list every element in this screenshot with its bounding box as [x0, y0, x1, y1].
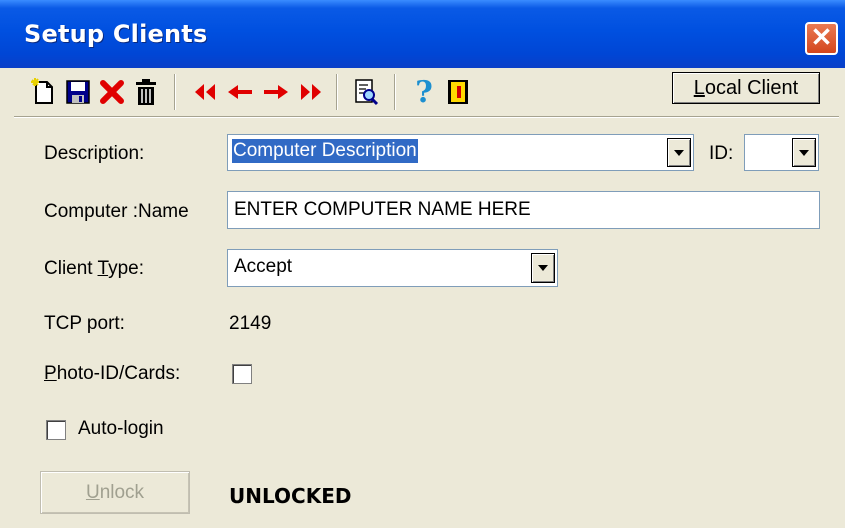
delete-x-icon	[100, 80, 124, 104]
client-type-dropdown-button[interactable]	[531, 253, 555, 283]
local-client-label: Local Client	[693, 77, 799, 99]
lock-status-text: UNLOCKED	[229, 484, 352, 508]
photo-id-label-accel: P	[44, 363, 57, 384]
last-record-icon	[301, 84, 321, 100]
next-record-button[interactable]	[260, 76, 292, 108]
description-label: Description:	[44, 143, 145, 164]
trash-icon	[136, 79, 156, 105]
last-record-button[interactable]	[296, 76, 328, 108]
client-type-label-pre: Client	[44, 258, 98, 279]
help-button[interactable]: ?	[408, 74, 440, 110]
search-icon	[355, 79, 379, 106]
photo-id-checkbox[interactable]	[232, 364, 252, 384]
toolbar-divider	[14, 116, 839, 118]
unlock-label: Unlock	[86, 482, 144, 503]
id-label: ID:	[709, 143, 734, 164]
title-bar[interactable]: Setup Clients ✕	[0, 0, 845, 68]
prev-record-icon	[228, 85, 252, 99]
toolbar-separator	[394, 74, 396, 110]
client-type-value: Accept	[234, 256, 293, 277]
close-button[interactable]: ✕	[805, 22, 838, 55]
unlock-button[interactable]: Unlock	[40, 471, 190, 514]
toolbar-separator	[336, 74, 338, 110]
exit-door-icon	[448, 80, 468, 104]
first-record-icon	[195, 84, 215, 100]
toolbar-separator	[174, 74, 176, 110]
photo-id-label: Photo-ID/Cards:	[44, 363, 180, 385]
description-dropdown-button[interactable]	[667, 138, 691, 167]
setup-clients-window: Setup Clients ✕ ? Local Client Descripti…	[0, 0, 845, 528]
chevron-down-icon	[799, 149, 809, 156]
prev-record-button[interactable]	[224, 76, 256, 108]
chevron-down-icon	[674, 149, 684, 156]
computer-name-label: Computer :Name	[44, 201, 189, 222]
local-client-button[interactable]: Local Client	[672, 72, 820, 104]
search-button[interactable]	[350, 76, 382, 108]
trash-button[interactable]	[130, 76, 162, 108]
auto-login-checkbox[interactable]	[46, 420, 66, 440]
save-button[interactable]	[62, 76, 94, 108]
computer-name-field[interactable]: ENTER COMPUTER NAME HERE	[227, 191, 820, 229]
client-type-label: Client Type:	[44, 258, 144, 280]
description-value[interactable]: Computer Description	[232, 139, 418, 163]
save-icon	[66, 80, 90, 104]
unlock-label-rest: nlock	[99, 482, 145, 503]
id-combo[interactable]	[744, 134, 819, 171]
unlock-label-accel: U	[85, 482, 100, 503]
next-record-icon	[264, 85, 288, 99]
window-title: Setup Clients	[24, 20, 208, 48]
photo-id-label-rest: hoto-ID/Cards:	[56, 363, 181, 384]
auto-login-label[interactable]: Auto-login	[78, 418, 164, 440]
chevron-down-icon	[538, 265, 548, 271]
client-type-combo[interactable]: Accept	[227, 249, 558, 287]
delete-button[interactable]	[96, 76, 128, 108]
new-icon	[31, 78, 53, 104]
close-icon: ✕	[810, 22, 833, 52]
tcp-port-label: TCP port:	[44, 313, 125, 334]
client-type-label-post: ype:	[108, 258, 144, 279]
tcp-port-value: 2149	[229, 313, 272, 334]
help-icon: ?	[415, 74, 433, 110]
local-client-label-rest: ocal Client	[704, 77, 799, 99]
computer-name-value: ENTER COMPUTER NAME HERE	[234, 199, 531, 220]
description-combo[interactable]: Computer Description	[227, 134, 694, 171]
client-type-label-accel: T	[97, 258, 109, 279]
new-button[interactable]	[28, 76, 60, 108]
first-record-button[interactable]	[188, 76, 220, 108]
id-dropdown-button[interactable]	[792, 138, 816, 167]
exit-button[interactable]	[442, 76, 474, 108]
